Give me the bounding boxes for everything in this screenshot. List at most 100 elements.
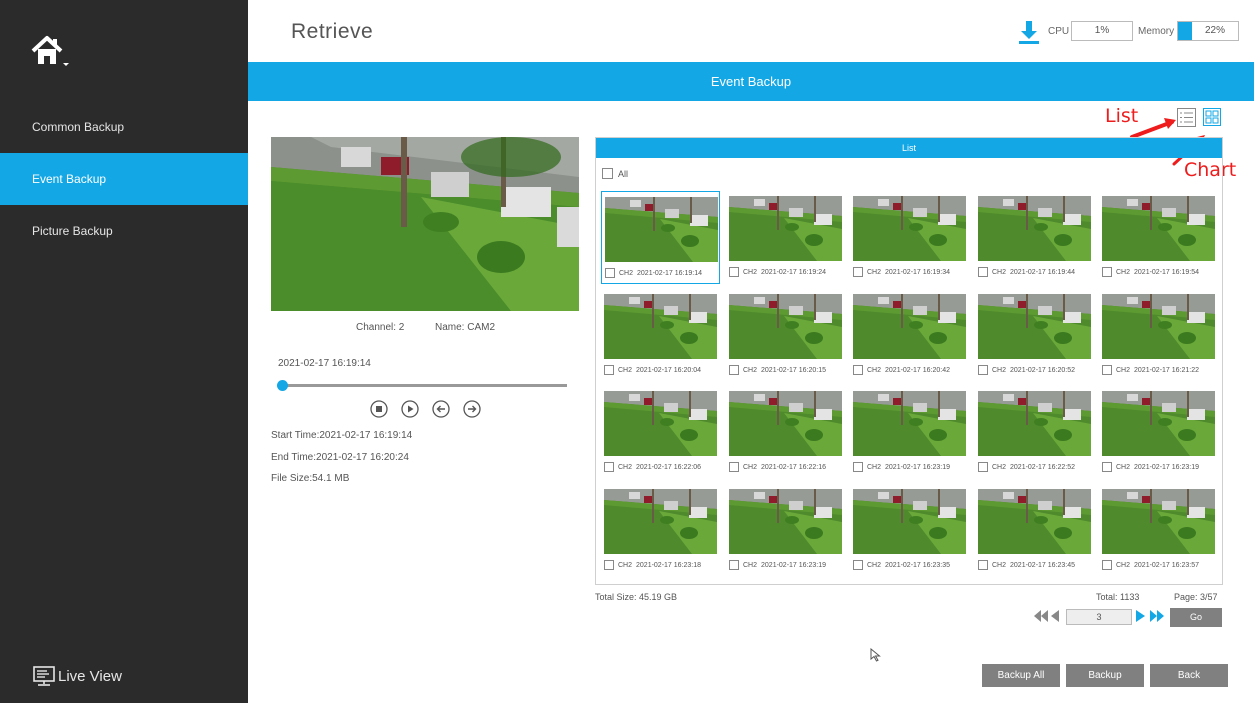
sidebar-item-common-backup[interactable]: Common Backup bbox=[0, 101, 248, 153]
thumbnail-checkbox[interactable] bbox=[978, 267, 988, 277]
thumbnail-image[interactable] bbox=[853, 294, 966, 359]
thumbnail-item[interactable]: CH2 2021-02-17 16:20:52 bbox=[975, 289, 1094, 382]
thumbnail-checkbox[interactable] bbox=[604, 560, 614, 570]
download-icon[interactable] bbox=[1018, 20, 1040, 44]
thumbnail-item[interactable]: CH2 2021-02-17 16:19:24 bbox=[726, 191, 845, 284]
thumbnail-item[interactable]: CH2 2021-02-17 16:23:19 bbox=[1099, 386, 1218, 479]
sidebar-item-event-backup[interactable]: Event Backup bbox=[0, 153, 248, 205]
back-button[interactable]: Back bbox=[1150, 664, 1228, 687]
thumbnail-checkbox[interactable] bbox=[1102, 560, 1112, 570]
list-view-icon[interactable] bbox=[1177, 108, 1196, 127]
play-icon[interactable] bbox=[401, 400, 419, 418]
thumbnail-time: 2021-02-17 16:19:34 bbox=[885, 268, 951, 276]
thumbnail-item[interactable]: CH2 2021-02-17 16:23:18 bbox=[601, 484, 720, 577]
home-icon[interactable] bbox=[30, 34, 72, 68]
playback-progress-track[interactable] bbox=[282, 384, 567, 387]
grid-view-icon[interactable] bbox=[1203, 108, 1221, 126]
thumbnail-channel: CH2 bbox=[1116, 561, 1131, 569]
select-all-checkbox[interactable]: All bbox=[602, 168, 628, 179]
thumbnail-image[interactable] bbox=[605, 197, 718, 262]
thumbnail-checkbox[interactable] bbox=[978, 462, 988, 472]
thumbnail-item[interactable]: CH2 2021-02-17 16:22:06 bbox=[601, 386, 720, 479]
thumbnail-checkbox[interactable] bbox=[978, 365, 988, 375]
thumbnail-caption: CH2 2021-02-17 16:23:45 bbox=[978, 560, 1075, 570]
stop-icon[interactable] bbox=[370, 400, 388, 418]
first-page-icon[interactable] bbox=[1034, 610, 1048, 622]
thumbnail-checkbox[interactable] bbox=[853, 267, 863, 277]
backup-button[interactable]: Backup bbox=[1066, 664, 1144, 687]
thumbnail-caption: CH2 2021-02-17 16:23:18 bbox=[604, 560, 701, 570]
thumbnail-checkbox[interactable] bbox=[853, 462, 863, 472]
thumbnail-image[interactable] bbox=[604, 294, 717, 359]
thumbnail-item[interactable]: CH2 2021-02-17 16:23:19 bbox=[850, 386, 969, 479]
thumbnail-checkbox[interactable] bbox=[729, 365, 739, 375]
thumbnail-image[interactable] bbox=[978, 391, 1091, 456]
thumbnail-item[interactable]: CH2 2021-02-17 16:20:42 bbox=[850, 289, 969, 382]
thumbnail-item[interactable]: CH2 2021-02-17 16:19:44 bbox=[975, 191, 1094, 284]
thumbnail-image[interactable] bbox=[853, 196, 966, 261]
thumbnail-image[interactable] bbox=[1102, 196, 1215, 261]
memory-label: Memory bbox=[1138, 26, 1175, 37]
live-view-button[interactable]: Live View bbox=[32, 664, 122, 688]
thumbnail-item[interactable]: CH2 2021-02-17 16:19:54 bbox=[1099, 191, 1218, 284]
thumbnail-caption: CH2 2021-02-17 16:20:04 bbox=[604, 365, 701, 375]
thumbnail-image[interactable] bbox=[604, 489, 717, 554]
thumbnail-item[interactable]: CH2 2021-02-17 16:23:45 bbox=[975, 484, 1094, 577]
thumbnail-checkbox[interactable] bbox=[1102, 462, 1112, 472]
thumbnail-image[interactable] bbox=[1102, 489, 1215, 554]
video-preview[interactable] bbox=[271, 137, 579, 311]
thumbnail-checkbox[interactable] bbox=[729, 462, 739, 472]
thumbnail-image[interactable] bbox=[729, 294, 842, 359]
thumbnail-checkbox[interactable] bbox=[853, 560, 863, 570]
thumbnail-time: 2021-02-17 16:20:04 bbox=[636, 366, 702, 374]
thumbnail-time: 2021-02-17 16:23:45 bbox=[1010, 561, 1076, 569]
next-page-icon[interactable] bbox=[1136, 610, 1145, 622]
thumbnail-image[interactable] bbox=[978, 294, 1091, 359]
list-header: List bbox=[596, 138, 1222, 158]
thumbnail-image[interactable] bbox=[1102, 391, 1215, 456]
thumbnail-channel: CH2 bbox=[992, 268, 1007, 276]
previous-page-icon[interactable] bbox=[1051, 610, 1060, 622]
thumbnail-image[interactable] bbox=[1102, 294, 1215, 359]
thumbnail-checkbox[interactable] bbox=[978, 560, 988, 570]
thumbnail-checkbox[interactable] bbox=[1102, 365, 1112, 375]
thumbnail-item[interactable]: CH2 2021-02-17 16:20:04 bbox=[601, 289, 720, 382]
thumbnail-image[interactable] bbox=[978, 489, 1091, 554]
thumbnail-item[interactable]: CH2 2021-02-17 16:19:34 bbox=[850, 191, 969, 284]
thumbnail-image[interactable] bbox=[729, 489, 842, 554]
thumbnail-image[interactable] bbox=[604, 391, 717, 456]
last-page-icon[interactable] bbox=[1150, 610, 1164, 622]
sidebar-item-picture-backup[interactable]: Picture Backup bbox=[0, 205, 248, 257]
next-icon[interactable] bbox=[463, 400, 481, 418]
thumbnail-image[interactable] bbox=[978, 196, 1091, 261]
playback-progress-knob[interactable] bbox=[277, 380, 288, 391]
thumbnail-checkbox[interactable] bbox=[1102, 267, 1112, 277]
previous-icon[interactable] bbox=[432, 400, 450, 418]
thumbnail-checkbox[interactable] bbox=[604, 365, 614, 375]
page-number-input[interactable]: 3 bbox=[1066, 609, 1132, 625]
thumbnail-item[interactable]: CH2 2021-02-17 16:20:15 bbox=[726, 289, 845, 382]
file-size: File Size:54.1 MB bbox=[271, 473, 350, 484]
thumbnail-image[interactable] bbox=[853, 391, 966, 456]
checkbox[interactable] bbox=[602, 168, 613, 179]
thumbnail-checkbox[interactable] bbox=[729, 560, 739, 570]
thumbnail-image[interactable] bbox=[853, 489, 966, 554]
thumbnail-item[interactable]: CH2 2021-02-17 16:22:52 bbox=[975, 386, 1094, 479]
thumbnail-time: 2021-02-17 16:23:19 bbox=[885, 463, 951, 471]
go-button[interactable]: Go bbox=[1170, 608, 1222, 627]
thumbnail-checkbox[interactable] bbox=[853, 365, 863, 375]
thumbnail-channel: CH2 bbox=[1116, 268, 1131, 276]
thumbnail-image[interactable] bbox=[729, 391, 842, 456]
thumbnail-item[interactable]: CH2 2021-02-17 16:23:57 bbox=[1099, 484, 1218, 577]
thumbnail-checkbox[interactable] bbox=[605, 268, 615, 278]
thumbnail-item[interactable]: CH2 2021-02-17 16:23:19 bbox=[726, 484, 845, 577]
thumbnail-image[interactable] bbox=[729, 196, 842, 261]
thumbnail-item[interactable]: CH2 2021-02-17 16:23:35 bbox=[850, 484, 969, 577]
thumbnail-item[interactable]: CH2 2021-02-17 16:19:14 bbox=[601, 191, 720, 284]
thumbnail-item[interactable]: CH2 2021-02-17 16:21:22 bbox=[1099, 289, 1218, 382]
thumbnail-caption: CH2 2021-02-17 16:20:42 bbox=[853, 365, 950, 375]
thumbnail-checkbox[interactable] bbox=[604, 462, 614, 472]
thumbnail-checkbox[interactable] bbox=[729, 267, 739, 277]
backup-all-button[interactable]: Backup All bbox=[982, 664, 1060, 687]
thumbnail-item[interactable]: CH2 2021-02-17 16:22:16 bbox=[726, 386, 845, 479]
